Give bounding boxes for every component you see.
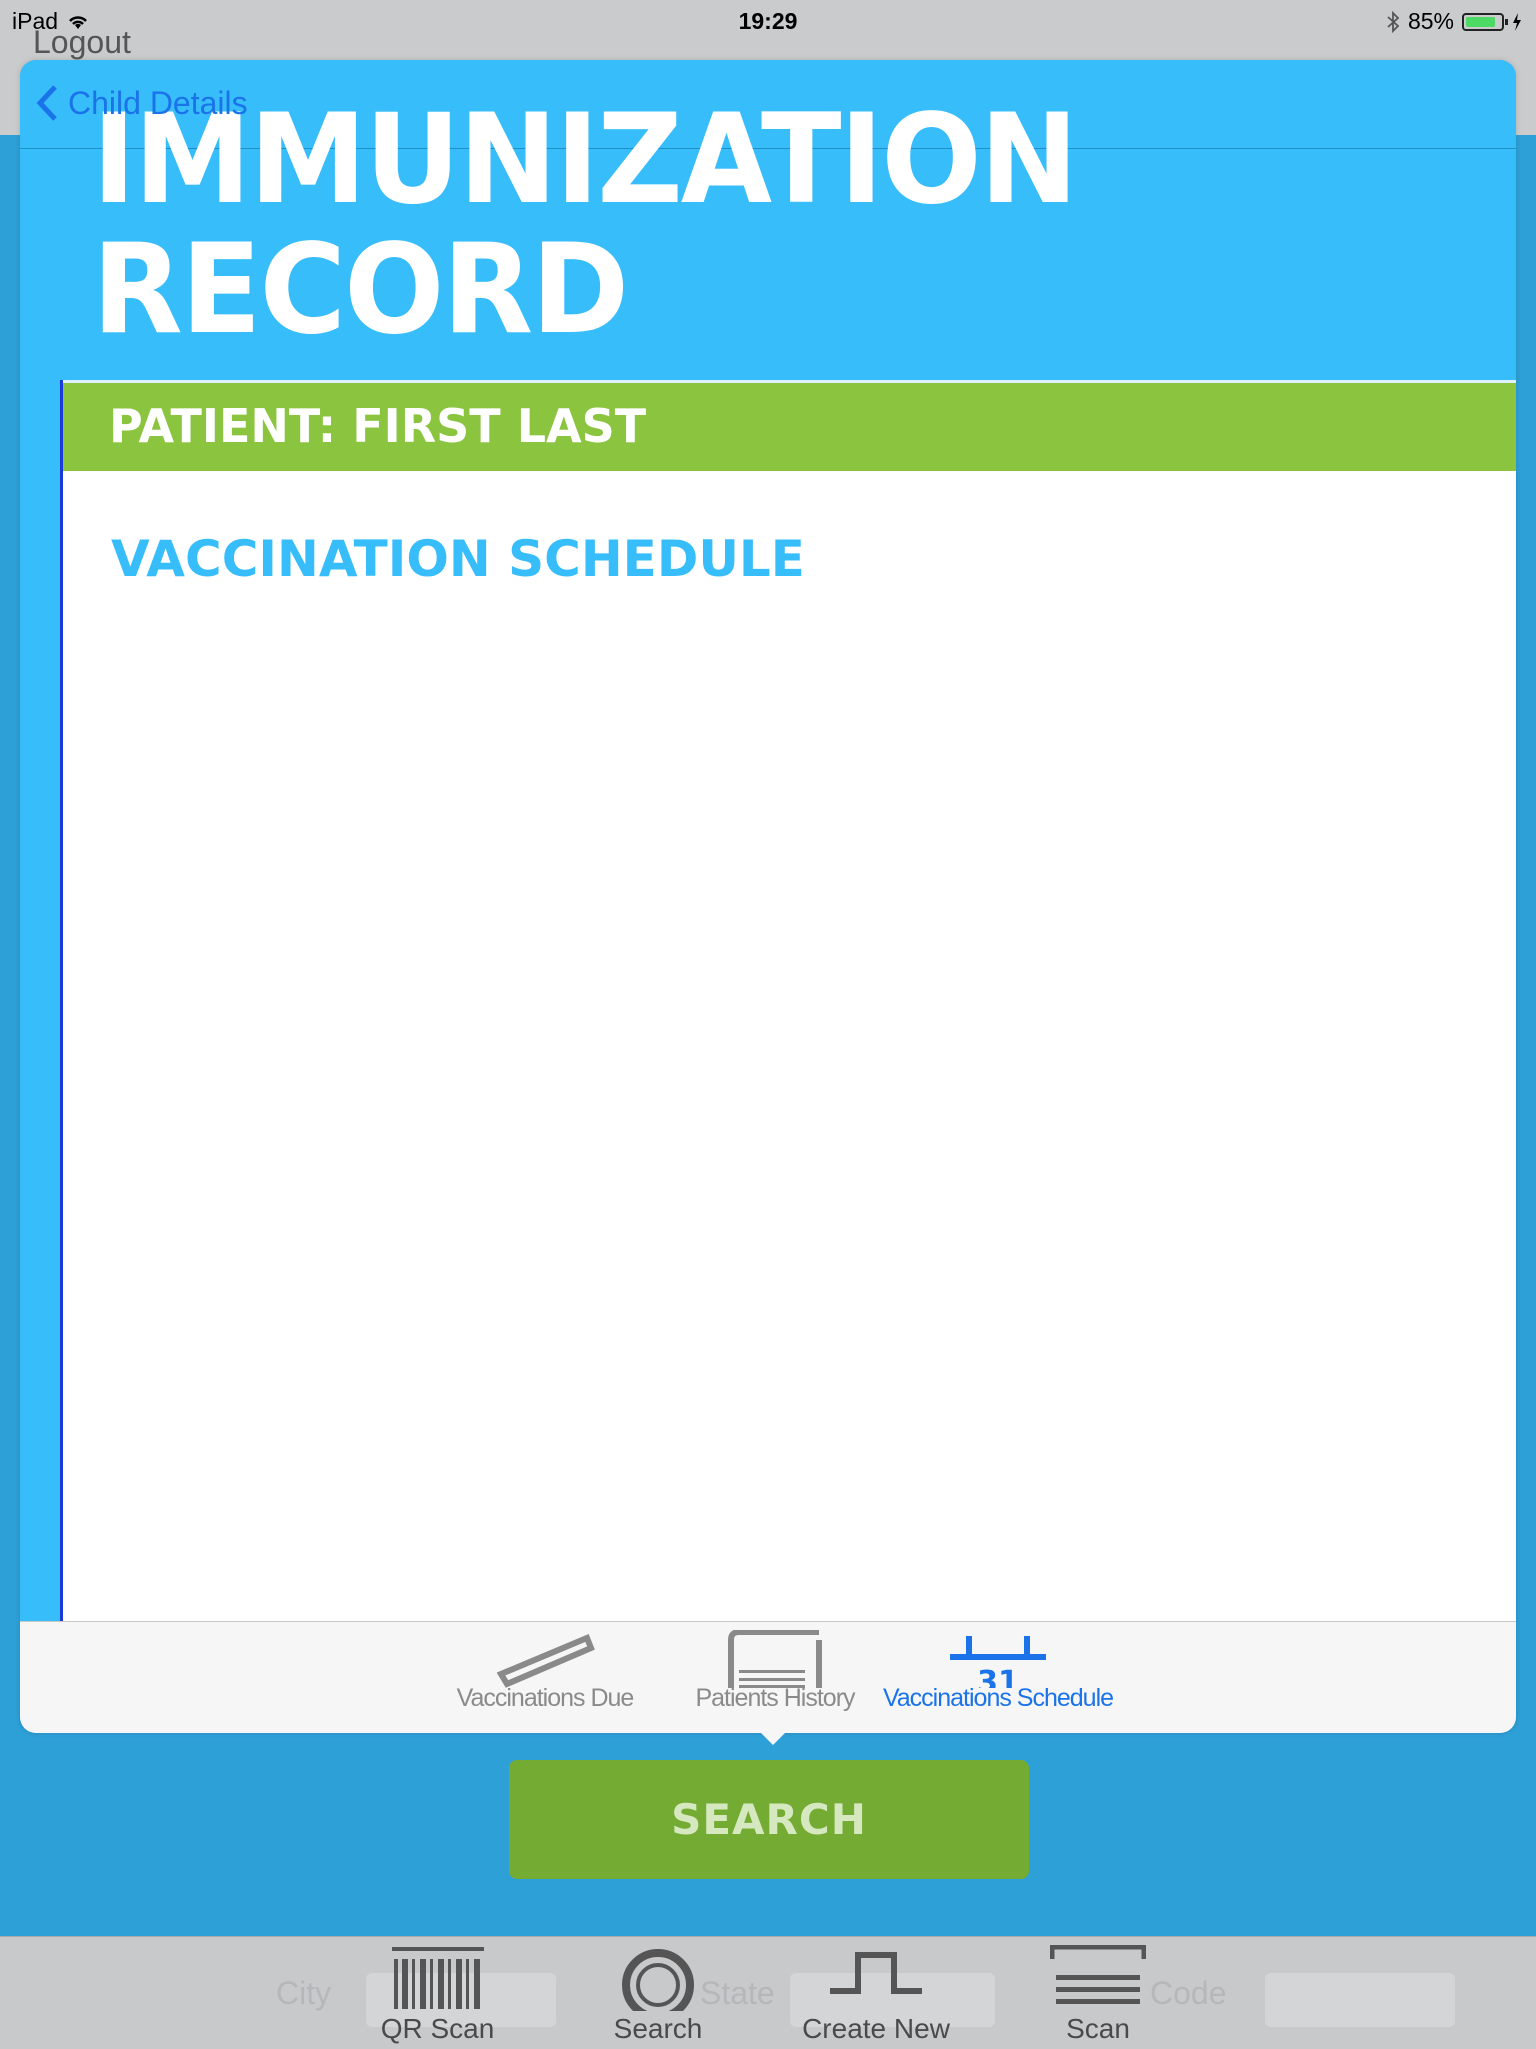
tab-patients-history-label: Patients History xyxy=(695,1684,855,1712)
scan-icon xyxy=(1050,1945,1146,2004)
syringe-icon xyxy=(496,1634,595,1688)
main-tabbar: City State Code QR Scan Search Create Ne… xyxy=(0,1936,1536,2049)
battery-fill xyxy=(1466,16,1495,27)
back-label: Child Details xyxy=(68,84,248,121)
battery-icon xyxy=(1462,12,1508,31)
chevron-left-icon xyxy=(36,85,57,121)
search-icon xyxy=(622,1949,694,2011)
content-panel: PATIENT: FIRST LAST VACCINATION SCHEDULE xyxy=(60,380,1516,1680)
status-time: 19:29 xyxy=(738,8,798,34)
bluetooth-icon xyxy=(1387,10,1400,33)
tab-vaccinations-due-label: Vaccinations Due xyxy=(456,1684,635,1712)
search-button[interactable]: SEARCH xyxy=(509,1760,1029,1879)
tab-scan-label: Scan xyxy=(1066,2013,1130,2044)
battery-percent: 85% xyxy=(1407,8,1454,34)
popover-arrow xyxy=(759,1731,787,1745)
state-label: State xyxy=(700,1975,775,2011)
status-right: 85% xyxy=(1386,8,1522,35)
tab-create-new[interactable]: Create New xyxy=(800,1937,952,2049)
barcode-icon xyxy=(391,1947,484,2009)
tab-scan[interactable]: Scan xyxy=(1050,1937,1146,2049)
code-label: Code xyxy=(1150,1975,1227,2011)
tab-vaccinations-schedule-label: Vaccinations Schedule xyxy=(882,1684,1114,1712)
charging-icon xyxy=(1513,12,1521,31)
tab-vaccinations-due[interactable]: Vaccinations Due xyxy=(450,1622,640,1733)
tab-vaccinations-schedule[interactable]: 31 Vaccinations Schedule xyxy=(870,1622,1126,1733)
tab-qr-scan[interactable]: QR Scan xyxy=(380,1937,495,2049)
city-label: City xyxy=(276,1975,332,2011)
patient-label: PATIENT: FIRST LAST xyxy=(109,399,647,453)
tab-search-label: Search xyxy=(613,2013,703,2044)
code-field[interactable] xyxy=(1265,1973,1455,2027)
history-icon xyxy=(728,1630,822,1688)
modal-tabbar: Vaccinations Due Patients History 31 Vac… xyxy=(20,1621,1516,1733)
tab-qr-scan-label: QR Scan xyxy=(380,2013,495,2044)
create-icon xyxy=(830,1952,922,1994)
immunization-modal: Child Details IMMUNIZATION RECORD PATIEN… xyxy=(20,60,1516,1733)
title-line-2: RECORD xyxy=(92,216,629,362)
logout-button[interactable]: Logout xyxy=(33,24,131,61)
status-bar: iPad 19:29 85% xyxy=(0,0,1536,60)
calendar-icon: 31 xyxy=(950,1636,1046,1688)
tab-create-new-label: Create New xyxy=(802,2013,950,2044)
back-button[interactable]: Child Details xyxy=(36,84,248,122)
section-heading: VACCINATION SCHEDULE xyxy=(111,530,805,588)
tab-search[interactable]: Search xyxy=(608,1937,708,2049)
patient-bar: PATIENT: FIRST LAST xyxy=(63,380,1516,471)
tab-patients-history[interactable]: Patients History xyxy=(680,1622,870,1733)
